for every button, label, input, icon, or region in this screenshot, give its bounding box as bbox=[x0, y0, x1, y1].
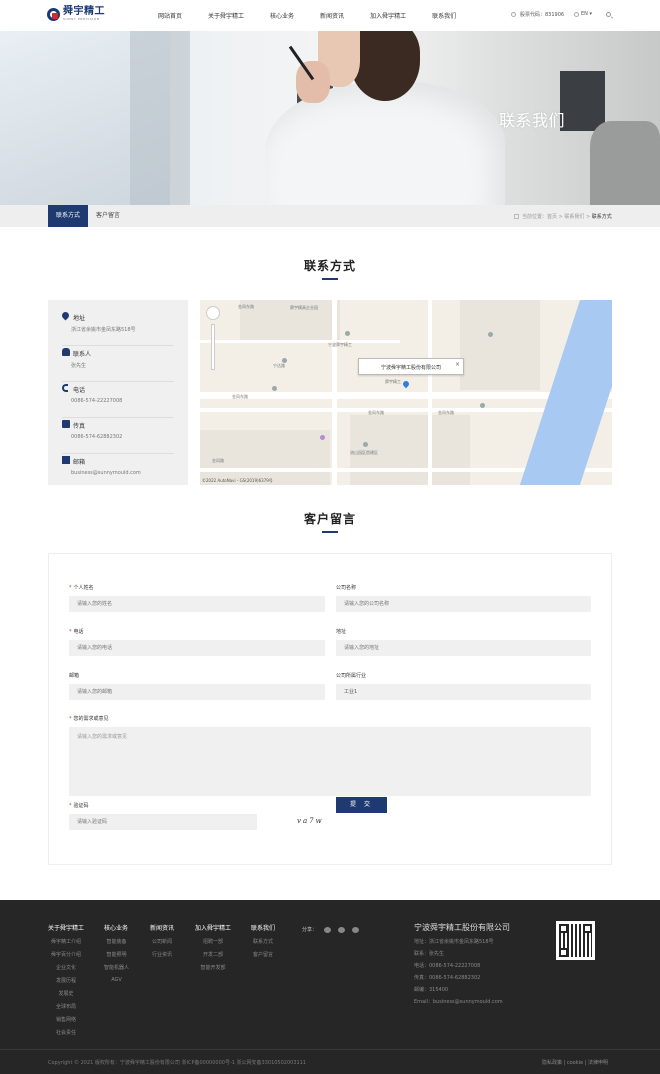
stock-code: 股票代码：831906 bbox=[511, 11, 564, 18]
crumb-current: 联系方式 bbox=[591, 214, 612, 220]
map-marker-icon[interactable] bbox=[401, 379, 411, 389]
copyright: Copyright © 2021 版权所有：宁波舜宇精工股份有限公司 浙ICP备… bbox=[48, 1060, 307, 1066]
address-input[interactable] bbox=[336, 640, 591, 656]
tab-contact-info[interactable]: 联系方式 bbox=[48, 205, 88, 227]
close-icon[interactable]: × bbox=[455, 361, 460, 368]
map-poi bbox=[320, 435, 325, 440]
nav-join[interactable]: 加入舜宇精工 bbox=[370, 11, 406, 20]
title-underline bbox=[322, 531, 338, 533]
user-icon bbox=[62, 348, 70, 356]
language-switch[interactable]: EN ▾ bbox=[574, 11, 592, 17]
sub-nav: 联系方式 客户留言 当前位置： 首页 > 联系我们 > 联系方式 bbox=[0, 205, 660, 227]
map-poi bbox=[363, 442, 368, 447]
name-label: * 个人姓名 bbox=[69, 585, 94, 591]
footer-legal-links[interactable]: 隐私政策 | cookie | 法律申明 bbox=[542, 1059, 608, 1066]
search-icon[interactable] bbox=[606, 12, 611, 17]
submit-button[interactable]: 提 交 bbox=[336, 797, 387, 813]
mail-icon bbox=[62, 456, 70, 464]
share-bar: 分享： bbox=[302, 926, 360, 933]
map-poi bbox=[272, 386, 277, 391]
company-label: 公司名称 bbox=[336, 585, 357, 591]
phone-label: * 电话 bbox=[69, 629, 84, 635]
location-pin-icon bbox=[60, 310, 71, 321]
phone-icon bbox=[62, 384, 68, 392]
need-textarea[interactable]: 请输入您的需求或意见 bbox=[69, 727, 591, 796]
logo[interactable]: 舜宇精工 SUNNY PRECISION bbox=[47, 7, 105, 21]
crumb-home[interactable]: 首页 bbox=[547, 213, 557, 220]
globe-icon bbox=[574, 11, 579, 17]
map[interactable]: 金凤东路 金凤东路 宁波舜宇精工 舜宇模具企业园 宁达路 金凤东路 流山园区首建… bbox=[200, 300, 612, 485]
footer-col-join: 加入舜宇精工 招聘一部 开发二部 智能开发部 bbox=[195, 925, 232, 971]
breadcrumb: 当前位置： 首页 > 联系我们 > 联系方式 bbox=[514, 213, 612, 220]
stock-code-text: 股票代码：831906 bbox=[520, 12, 565, 18]
company-input[interactable] bbox=[336, 596, 591, 612]
nav-contact[interactable]: 联系我们 bbox=[432, 11, 456, 20]
footer-col-news: 新闻资讯 公司新闻 行业资讯 bbox=[150, 925, 175, 958]
address-label: 地址 bbox=[336, 629, 347, 635]
contact-item-address: 地址 浙江省余姚市金凤东路518号 bbox=[60, 310, 174, 346]
email-input[interactable] bbox=[69, 684, 325, 700]
map-poi bbox=[480, 403, 485, 408]
logo-text-en: SUNNY PRECISION bbox=[63, 17, 100, 21]
footer-company-info: 宁波舜宇精工股份有限公司 地址：浙江省余姚市金凤东路518号 联系：张先生 电话… bbox=[414, 923, 510, 1005]
email-label: 邮箱 bbox=[69, 673, 80, 679]
footer: 关于舜宇精工 舜宇精工介绍 舜宇百分介绍 企业文化 发展历程 发展史 全球布局 … bbox=[0, 900, 660, 1074]
stock-icon bbox=[511, 12, 516, 17]
contact-item-fax: 传真 0086-574-62882302 bbox=[62, 418, 174, 454]
contact-card: 地址 浙江省余姚市金凤东路518号 联系人 张先生 电话 0086-574-22… bbox=[48, 300, 188, 485]
contact-section-title: 联系方式 bbox=[303, 259, 356, 273]
contact-item-person: 联系人 张先生 bbox=[62, 346, 174, 382]
captcha-input[interactable] bbox=[69, 814, 257, 830]
message-form: *个人姓名 公司名称 *电话 地址 邮箱 公司所属行业 工业1 *您的需求或意见… bbox=[48, 553, 612, 865]
name-input[interactable] bbox=[69, 596, 325, 612]
banner-title: 联系我们 bbox=[499, 111, 566, 130]
map-popup-text: 宁波舜宇精工股份有限公司 bbox=[381, 365, 442, 371]
nav-news[interactable]: 新闻资讯 bbox=[320, 11, 344, 20]
qq-icon[interactable] bbox=[338, 926, 346, 933]
map-poi bbox=[345, 331, 350, 336]
crumb-mid[interactable]: 联系我们 bbox=[564, 213, 584, 220]
nav-about[interactable]: 关于舜宇精工 bbox=[208, 11, 244, 20]
map-zoom-slider[interactable] bbox=[211, 324, 215, 370]
contact-item-email: 邮箱 business@sunnymould.com bbox=[62, 454, 174, 490]
map-poi bbox=[282, 358, 287, 363]
captcha-image[interactable]: va7w bbox=[297, 817, 337, 829]
industry-label: 公司所属行业 bbox=[336, 673, 367, 679]
main-nav: 网站首页 关于舜宇精工 核心业务 新闻资讯 加入舜宇精工 联系我们 bbox=[158, 11, 482, 20]
qr-code-icon bbox=[556, 921, 595, 960]
nav-home[interactable]: 网站首页 bbox=[158, 11, 182, 20]
map-info-popup: 宁波舜宇精工股份有限公司 × bbox=[358, 358, 464, 375]
header: 舜宇精工 SUNNY PRECISION 网站首页 关于舜宇精工 核心业务 新闻… bbox=[0, 0, 660, 31]
wechat-icon[interactable] bbox=[324, 926, 332, 933]
industry-select[interactable]: 工业1 bbox=[336, 684, 591, 700]
title-underline bbox=[322, 278, 338, 280]
nav-business[interactable]: 核心业务 bbox=[270, 11, 294, 20]
language-label: EN bbox=[581, 11, 588, 17]
map-poi bbox=[488, 332, 493, 337]
contact-item-phone: 电话 0086-574-22227008 bbox=[62, 382, 174, 418]
form-section-title: 客户留言 bbox=[303, 512, 356, 526]
footer-col-contact: 联系我们 联系方式 客户留言 bbox=[251, 925, 276, 958]
map-pan-control[interactable] bbox=[206, 306, 220, 320]
weibo-icon[interactable] bbox=[352, 926, 360, 933]
captcha-label: * 验证码 bbox=[69, 803, 89, 809]
footer-col-business: 核心业务 智能装备 智能照明 智能机器人 AGV bbox=[104, 925, 130, 983]
chevron-down-icon: ▾ bbox=[587, 11, 593, 17]
footer-col-about: 关于舜宇精工 舜宇精工介绍 舜宇百分介绍 企业文化 发展历程 发展史 全球布局 … bbox=[48, 925, 85, 1036]
home-icon bbox=[514, 214, 519, 219]
fax-icon bbox=[62, 420, 70, 428]
logo-mark-icon bbox=[47, 7, 60, 21]
footer-divider bbox=[0, 1049, 660, 1050]
map-copyright: ©2022 AutoNavi - GS(2019)6379号 bbox=[202, 478, 273, 483]
logo-text-cn: 舜宇精工 bbox=[63, 6, 105, 17]
tab-customer-message[interactable]: 客户留言 bbox=[88, 205, 128, 227]
phone-input[interactable] bbox=[69, 640, 325, 656]
banner: 联系我们 bbox=[0, 31, 660, 205]
need-label: * 您的需求或意见 bbox=[69, 716, 109, 722]
